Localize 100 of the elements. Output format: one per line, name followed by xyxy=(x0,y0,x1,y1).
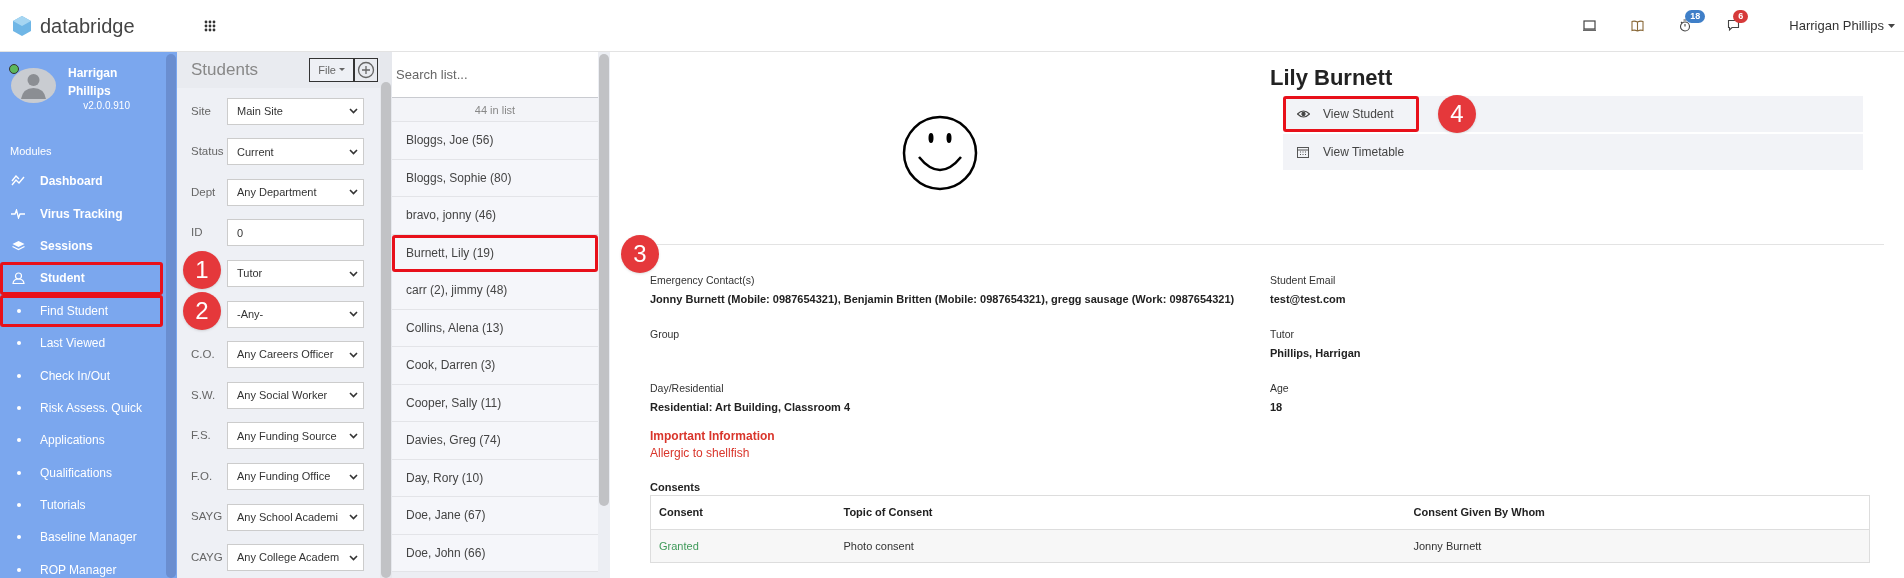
callout-badge: 3 xyxy=(621,235,659,273)
scrollbar[interactable] xyxy=(166,54,176,578)
filter-label: F.S. xyxy=(191,428,212,444)
list-item[interactable]: Burnett, Lily (19) xyxy=(392,234,598,272)
select-field[interactable]: Any College Academ xyxy=(227,544,364,572)
column-header: Consent xyxy=(650,495,836,530)
list-item[interactable]: Cook, Darren (3) xyxy=(392,347,598,385)
callout-badge: 4 xyxy=(1438,95,1476,133)
user-menu[interactable]: Harrigan Phillips xyxy=(1789,15,1895,36)
callout-badge: 1 xyxy=(183,251,221,290)
important-title: Important Information xyxy=(650,428,776,444)
field-label: Day/Residential xyxy=(650,381,725,396)
select-field[interactable]: Any Funding Office xyxy=(227,463,364,490)
scrollbar[interactable] xyxy=(599,54,609,506)
list-item[interactable]: Doe, Jane (67) xyxy=(392,497,598,535)
file-button[interactable]: File xyxy=(309,57,354,82)
select-field[interactable]: Any Department xyxy=(227,178,364,206)
table-cell: Photo consent xyxy=(835,529,1406,563)
list-item[interactable]: Cooper, Sally (11) xyxy=(392,384,598,422)
sidebar-item-label: Tutorials xyxy=(40,497,86,515)
list-item[interactable]: bravo, jonny (46) xyxy=(392,197,598,235)
eye-icon xyxy=(1297,110,1310,118)
select-field[interactable]: Any Careers Officer xyxy=(227,341,364,369)
chart-line-icon xyxy=(11,175,25,188)
bullet-icon xyxy=(17,341,21,346)
filter-label: Dept xyxy=(191,184,217,200)
field-value: 18 xyxy=(1270,400,1284,415)
table-cell: Granted xyxy=(650,529,836,563)
field-label: Student Email xyxy=(1270,273,1337,288)
select-field[interactable]: Main Site xyxy=(227,97,364,125)
sidebar-item-label: Check In/Out xyxy=(40,367,111,385)
input-field[interactable]: 0 xyxy=(227,219,364,247)
sidebar-item-label: Dashboard xyxy=(40,173,103,191)
brand-name: databridge xyxy=(40,13,135,39)
field-label: Age xyxy=(1270,381,1290,396)
chevron-down-icon xyxy=(349,432,358,439)
field-value: test@test.com xyxy=(1270,292,1347,307)
list-item[interactable]: Davies, Greg (74) xyxy=(392,422,598,460)
filter-label: ID xyxy=(191,225,204,241)
filter-label: Status xyxy=(191,144,225,160)
section-label: Modules xyxy=(9,144,53,159)
field-label: Emergency Contact(s) xyxy=(650,273,756,288)
table-cell: Jonny Burnett xyxy=(1405,529,1870,563)
sidebar-item-label: Baseline Manager xyxy=(40,529,137,547)
scrollbar[interactable] xyxy=(381,82,391,578)
field-value: Phillips, Harrigan xyxy=(1270,346,1362,361)
add-button[interactable] xyxy=(354,57,378,82)
action-link[interactable]: View Student xyxy=(1283,96,1419,132)
chevron-down-icon xyxy=(349,189,358,196)
book-icon[interactable] xyxy=(1630,19,1644,32)
field-label: Group xyxy=(650,327,681,342)
chevron-down-icon xyxy=(349,514,358,521)
list-item[interactable]: carr (2), jimmy (48) xyxy=(392,272,598,310)
bullet-icon xyxy=(17,438,21,443)
calendar-icon xyxy=(1297,146,1310,158)
chevron-down-icon xyxy=(349,311,358,318)
bullet-icon xyxy=(17,308,21,313)
list-item[interactable]: Bloggs, Sophie (80) xyxy=(392,159,598,197)
bullet-icon xyxy=(17,503,21,508)
bullet-icon xyxy=(17,405,21,410)
layers-icon xyxy=(11,239,25,252)
version-text: v2.0.0.910 xyxy=(83,100,130,112)
list-item[interactable]: Bloggs, Joe (56) xyxy=(392,122,598,160)
sidebar-item-label: Virus Tracking xyxy=(40,205,123,223)
bullet-icon xyxy=(17,567,21,572)
chevron-down-icon xyxy=(349,351,358,358)
monitor-icon[interactable] xyxy=(1582,20,1596,31)
sidebar-item-label: Risk Assess. Quick xyxy=(40,399,143,417)
field-label: Tutor xyxy=(1270,327,1296,342)
filter-label: Site xyxy=(191,103,212,119)
search-field[interactable]: Search list... xyxy=(392,52,598,98)
list-item[interactable]: Day, Rory (10) xyxy=(392,459,598,497)
column-header: Topic of Consent xyxy=(835,495,1406,530)
filter-label: CAYG xyxy=(191,550,224,566)
sidebar-item-label: Sessions xyxy=(40,237,93,255)
column-header: Consent Given By Whom xyxy=(1405,495,1870,530)
select-field[interactable]: Any School Academi xyxy=(227,503,364,531)
select-field[interactable]: Current xyxy=(227,138,364,166)
section-title: Consents xyxy=(650,480,702,495)
user-name: Harrigan Phillips xyxy=(68,65,119,100)
list-item[interactable]: Collins, Alena (13) xyxy=(392,309,598,347)
select-field[interactable]: -Any- xyxy=(227,300,364,328)
select-field[interactable]: Any Funding Source xyxy=(227,422,364,450)
sidebar-item-label: Find Student xyxy=(40,302,109,320)
apps-grid-icon[interactable] xyxy=(203,19,216,32)
chevron-down-icon xyxy=(349,392,358,399)
select-field[interactable]: Tutor xyxy=(227,260,364,288)
callout-badge: 2 xyxy=(183,291,221,330)
chevron-down-icon xyxy=(349,148,358,155)
select-field[interactable]: Any Social Worker xyxy=(227,381,364,409)
stopwatch-icon[interactable] xyxy=(1679,19,1692,32)
sidebar-item-label: Qualifications xyxy=(40,464,113,482)
list-item[interactable]: Doe, John (66) xyxy=(392,534,598,572)
chevron-down-icon xyxy=(349,270,358,277)
chat-icon[interactable] xyxy=(1726,19,1740,32)
chevron-down-icon xyxy=(349,473,358,480)
chevron-down-icon xyxy=(349,554,358,561)
caret-icon xyxy=(1888,23,1895,28)
sidebar-item-label: ROP Manager xyxy=(40,561,117,578)
student-name: Lily Burnett xyxy=(1270,64,1394,92)
